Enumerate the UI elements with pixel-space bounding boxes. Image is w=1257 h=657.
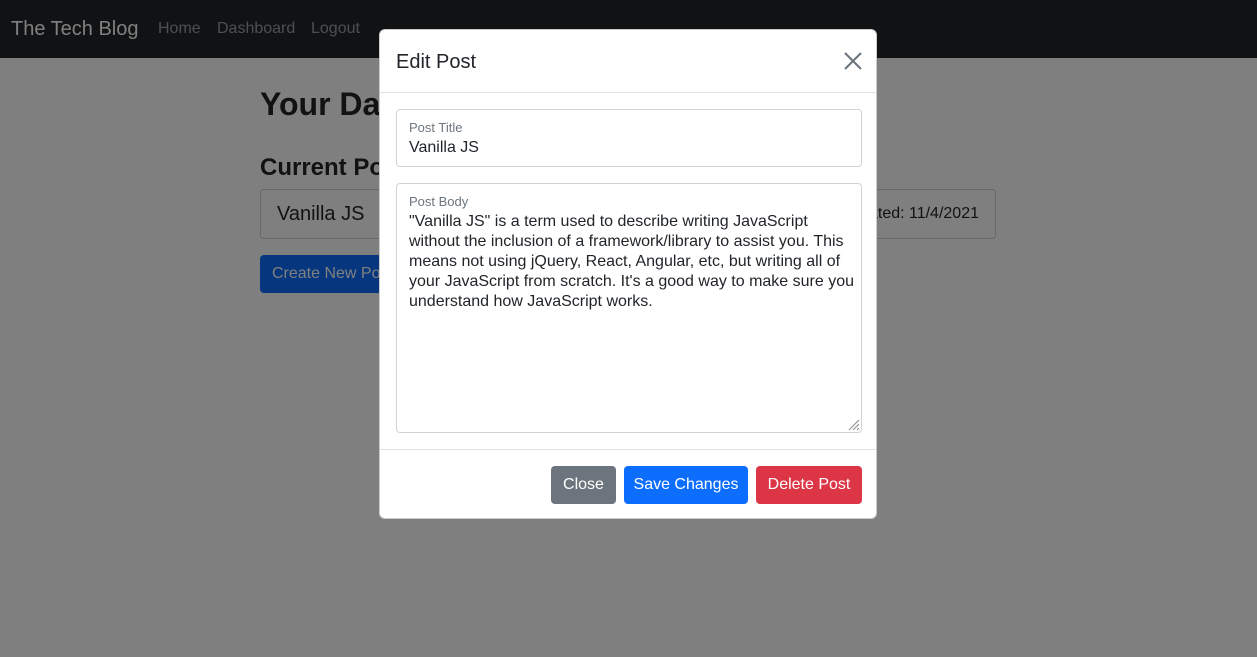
close-icon[interactable] <box>842 50 864 72</box>
post-title-field[interactable]: Post Title Vanilla JS <box>396 109 862 167</box>
save-changes-button[interactable]: Save Changes <box>624 466 748 504</box>
modal-footer: Close Save Changes Delete Post <box>380 449 876 520</box>
post-title-input[interactable]: Vanilla JS <box>409 139 479 157</box>
close-button[interactable]: Close <box>551 466 616 504</box>
resize-handle-icon[interactable] <box>846 417 860 431</box>
post-title-label: Post Title <box>409 120 463 135</box>
post-body-textarea[interactable]: "Vanilla JS" is a term used to describe … <box>409 212 855 312</box>
edit-post-modal: Edit Post Post Title Vanilla JS Post Bod… <box>379 29 877 519</box>
modal-header: Edit Post <box>380 30 876 93</box>
delete-post-button[interactable]: Delete Post <box>756 466 862 504</box>
modal-title: Edit Post <box>396 51 477 73</box>
post-body-field[interactable]: Post Body "Vanilla JS" is a term used to… <box>396 183 862 433</box>
post-body-label: Post Body <box>409 194 469 209</box>
